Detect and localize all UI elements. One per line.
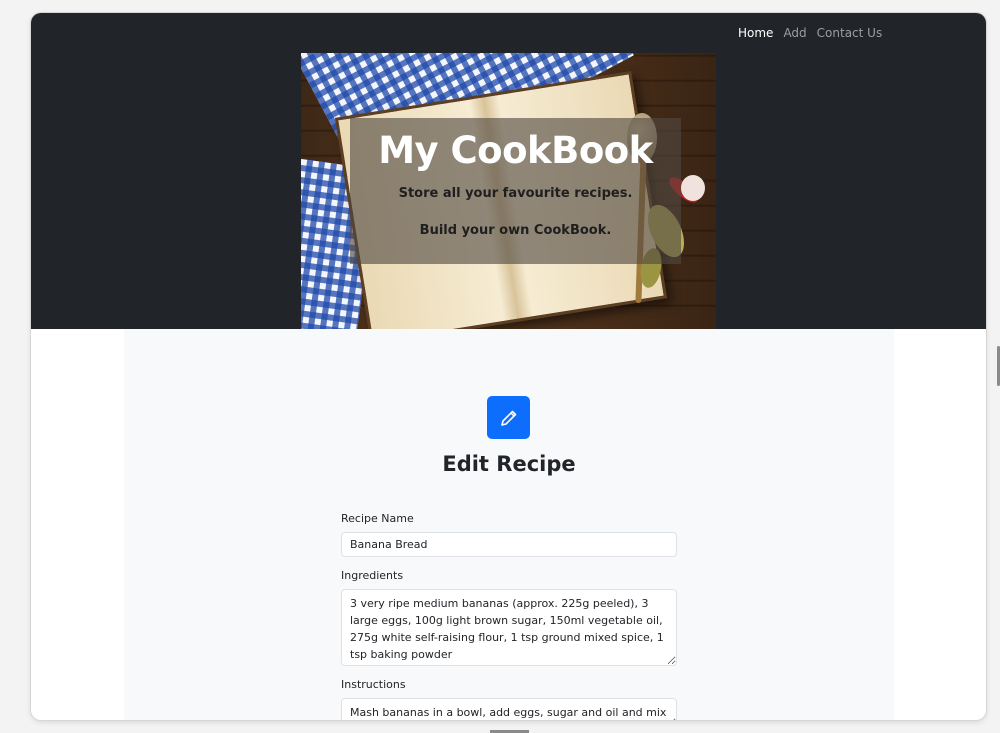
recipe-name-input[interactable] xyxy=(341,532,677,557)
garlic-clove xyxy=(681,175,705,201)
instructions-label: Instructions xyxy=(341,678,406,691)
nav-home-link[interactable]: Home xyxy=(738,26,773,40)
site-header: Home Add Contact Us My CookBook Store al… xyxy=(31,13,986,329)
hero-text-panel: My CookBook Store all your favourite rec… xyxy=(350,118,681,264)
main-content: Edit Recipe Recipe Name Ingredients 3 ve… xyxy=(124,329,894,720)
nav-add-link[interactable]: Add xyxy=(783,26,806,40)
browser-window: Home Add Contact Us My CookBook Store al… xyxy=(31,13,986,720)
hero-image: My CookBook Store all your favourite rec… xyxy=(301,53,716,329)
edit-recipe-form: Recipe Name Ingredients 3 very ripe medi… xyxy=(341,512,677,720)
pencil-icon xyxy=(487,396,530,439)
pencil-icon-svg xyxy=(500,410,516,426)
hero-subtitle-2: Build your own CookBook. xyxy=(419,223,612,238)
site-title: My CookBook xyxy=(378,129,653,172)
recipe-name-label: Recipe Name xyxy=(341,512,414,525)
top-nav: Home Add Contact Us xyxy=(738,26,892,40)
nav-contact-link[interactable]: Contact Us xyxy=(817,26,883,40)
page-title: Edit Recipe xyxy=(442,452,576,476)
hero-subtitle-1: Store all your favourite recipes. xyxy=(398,186,633,201)
ingredients-textarea[interactable]: 3 very ripe medium bananas (approx. 225g… xyxy=(341,589,677,666)
ingredients-label: Ingredients xyxy=(341,569,404,582)
instructions-textarea[interactable]: Mash bananas in a bowl, add eggs, sugar … xyxy=(341,698,677,720)
